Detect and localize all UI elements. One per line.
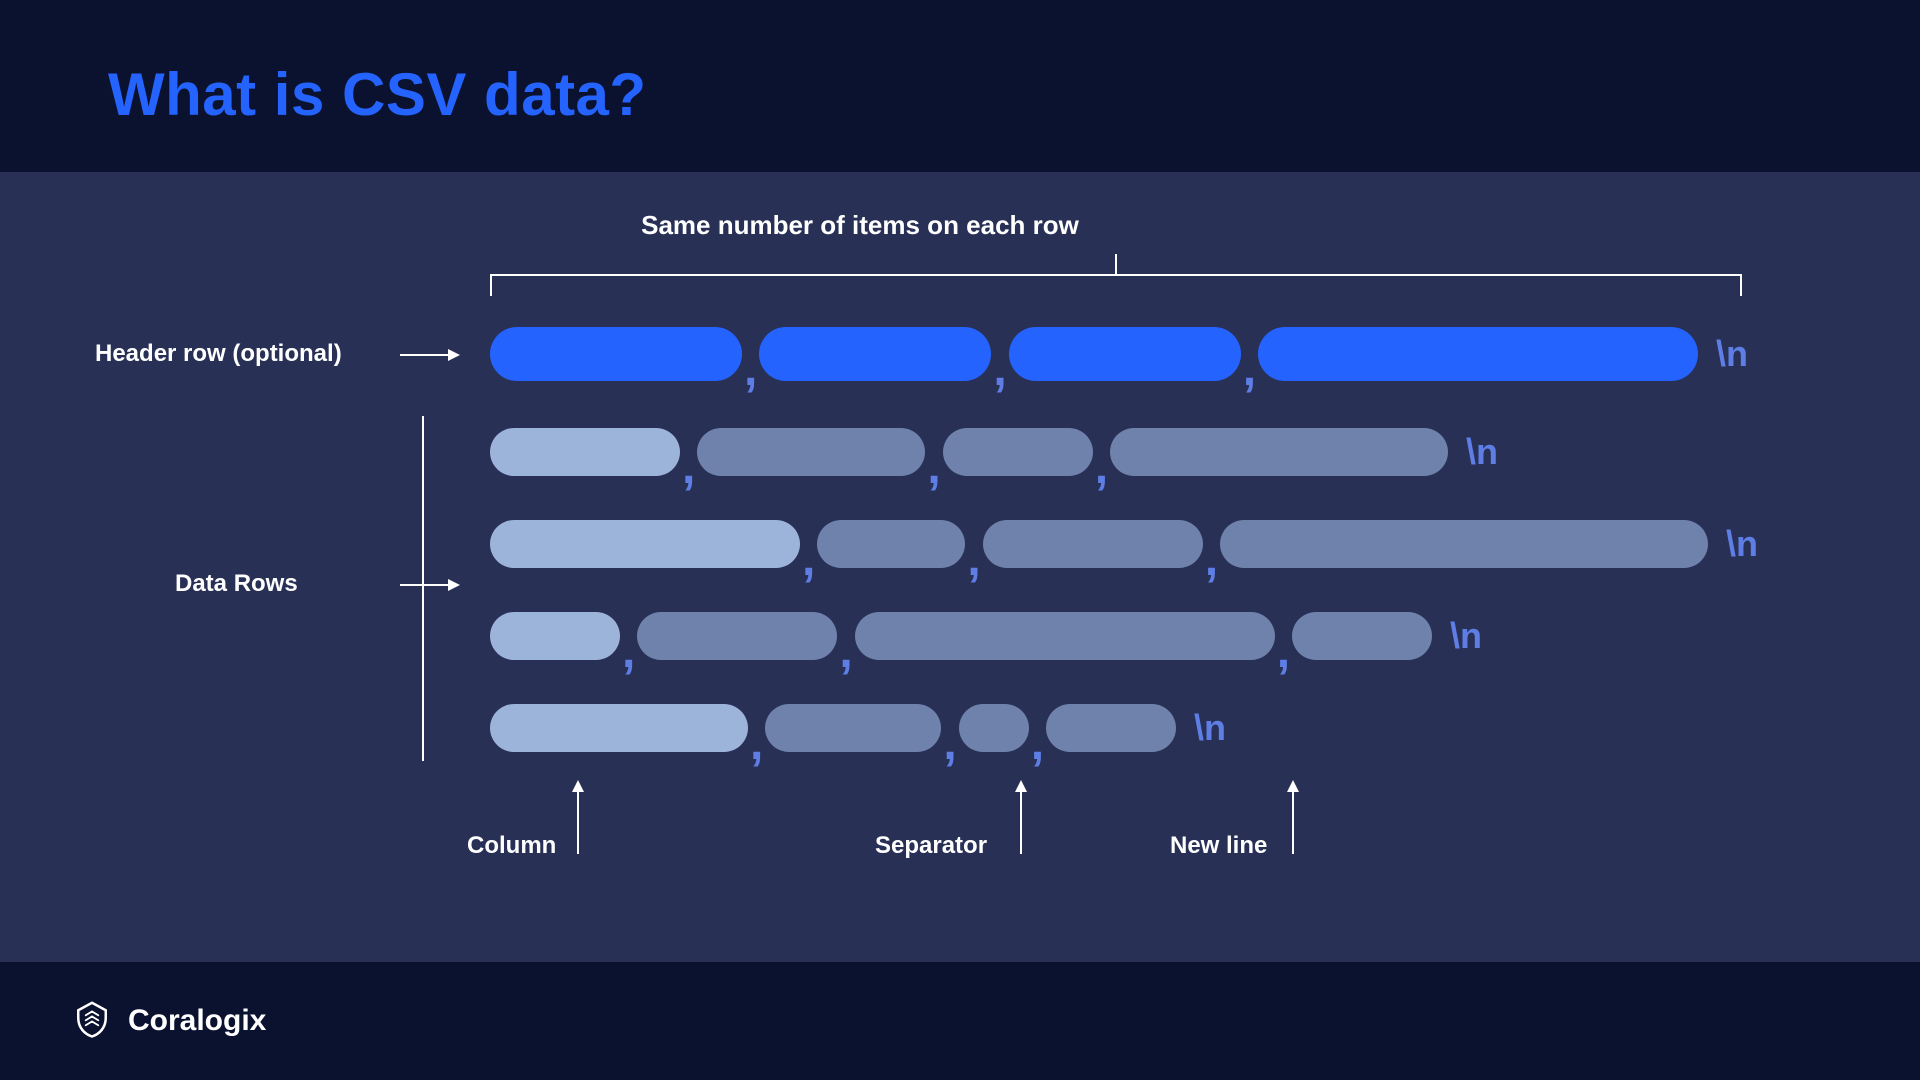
arrow-newline	[1292, 782, 1294, 854]
label-header-row: Header row (optional)	[95, 340, 342, 368]
data-cell	[697, 428, 925, 476]
csv-data-row: , , , \n	[490, 700, 1226, 755]
csv-data-row: , , , \n	[490, 608, 1482, 663]
csv-data-row: , , , \n	[490, 516, 1758, 571]
comma-separator: ,	[991, 342, 1008, 397]
csv-header-row: , , , \n	[490, 326, 1748, 381]
header-cell	[1258, 327, 1698, 381]
newline-glyph: \n	[1716, 333, 1748, 375]
header-cell	[490, 327, 742, 381]
data-cell	[1046, 704, 1176, 752]
comma-separator: ,	[1093, 440, 1110, 495]
header-cell	[759, 327, 991, 381]
comma-separator: ,	[742, 342, 759, 397]
newline-glyph: \n	[1194, 707, 1226, 749]
diagram-panel: Same number of items on each row Header …	[0, 172, 1920, 962]
top-annotation: Same number of items on each row	[641, 210, 1079, 241]
comma-separator: ,	[837, 624, 854, 679]
data-cell	[983, 520, 1203, 568]
arrow-data-rows	[400, 584, 458, 586]
data-cell	[1220, 520, 1708, 568]
comma-separator: ,	[620, 624, 637, 679]
csv-data-row: , , , \n	[490, 424, 1498, 479]
data-cell	[1110, 428, 1448, 476]
comma-separator: ,	[925, 440, 942, 495]
data-cell	[1292, 612, 1432, 660]
data-rows-bracket	[422, 416, 424, 761]
data-cell	[490, 704, 748, 752]
coralogix-logo-icon	[72, 999, 112, 1044]
data-cell	[490, 520, 800, 568]
comma-separator: ,	[965, 532, 982, 587]
data-cell	[490, 612, 620, 660]
brand-name: Coralogix	[128, 1004, 266, 1038]
newline-glyph: \n	[1726, 523, 1758, 565]
comma-separator: ,	[748, 716, 765, 771]
comma-separator: ,	[680, 440, 697, 495]
arrow-column	[577, 782, 579, 854]
comma-separator: ,	[800, 532, 817, 587]
label-data-rows: Data Rows	[175, 570, 298, 598]
page-title: What is CSV data?	[108, 60, 1920, 129]
newline-glyph: \n	[1450, 615, 1482, 657]
comma-separator: ,	[1029, 716, 1046, 771]
comma-separator: ,	[941, 716, 958, 771]
newline-glyph: \n	[1466, 431, 1498, 473]
comma-separator: ,	[1275, 624, 1292, 679]
data-cell	[637, 612, 837, 660]
comma-separator: ,	[1241, 342, 1258, 397]
data-cell	[490, 428, 680, 476]
data-cell	[959, 704, 1029, 752]
comma-separator: ,	[1203, 532, 1220, 587]
label-column: Column	[467, 832, 556, 860]
label-separator: Separator	[875, 832, 987, 860]
title-band: What is CSV data?	[0, 0, 1920, 172]
data-cell	[943, 428, 1093, 476]
data-cell	[817, 520, 965, 568]
data-cell	[765, 704, 941, 752]
top-bracket	[490, 274, 1742, 296]
arrow-header-row	[400, 354, 458, 356]
footer: Coralogix	[0, 962, 1920, 1080]
arrow-separator	[1020, 782, 1022, 854]
header-cell	[1009, 327, 1241, 381]
data-cell	[855, 612, 1275, 660]
label-newline: New line	[1170, 832, 1267, 860]
